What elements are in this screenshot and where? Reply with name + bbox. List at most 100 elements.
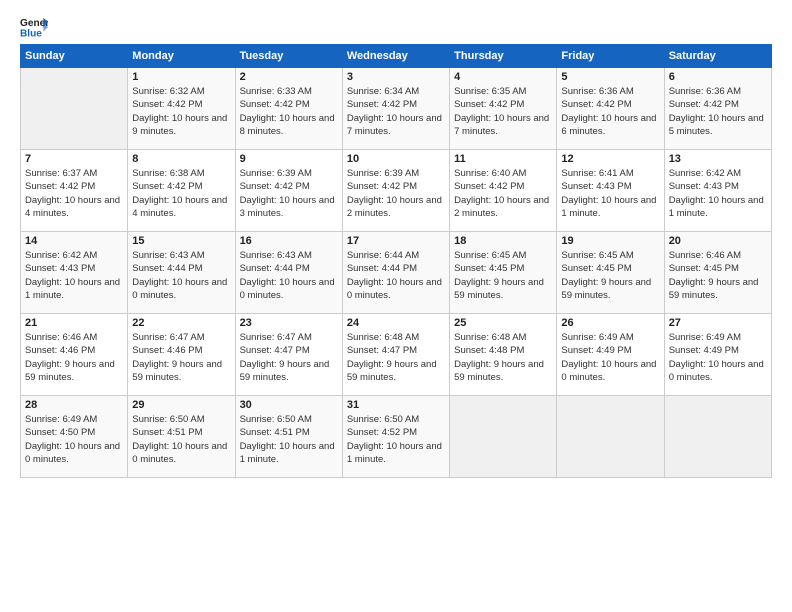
day-detail: Sunrise: 6:37 AMSunset: 4:42 PMDaylight:…: [25, 167, 123, 220]
weekday-header-wednesday: Wednesday: [342, 45, 449, 68]
weekday-header-saturday: Saturday: [664, 45, 771, 68]
day-number: 5: [561, 71, 659, 83]
day-detail: Sunrise: 6:48 AMSunset: 4:48 PMDaylight:…: [454, 331, 552, 384]
day-detail: Sunrise: 6:42 AMSunset: 4:43 PMDaylight:…: [669, 167, 767, 220]
table-row: 6 Sunrise: 6:36 AMSunset: 4:42 PMDaylight…: [664, 68, 771, 150]
day-detail: Sunrise: 6:34 AMSunset: 4:42 PMDaylight:…: [347, 85, 445, 138]
day-detail: Sunrise: 6:38 AMSunset: 4:42 PMDaylight:…: [132, 167, 230, 220]
day-number: 27: [669, 317, 767, 329]
table-row: [21, 68, 128, 150]
logo-icon: General Blue: [20, 16, 48, 38]
table-row: 22 Sunrise: 6:47 AMSunset: 4:46 PMDayligh…: [128, 314, 235, 396]
table-row: 25 Sunrise: 6:48 AMSunset: 4:48 PMDayligh…: [450, 314, 557, 396]
day-number: 6: [669, 71, 767, 83]
day-detail: Sunrise: 6:35 AMSunset: 4:42 PMDaylight:…: [454, 85, 552, 138]
day-number: 26: [561, 317, 659, 329]
table-row: 31 Sunrise: 6:50 AMSunset: 4:52 PMDayligh…: [342, 396, 449, 478]
day-detail: Sunrise: 6:46 AMSunset: 4:45 PMDaylight:…: [669, 249, 767, 302]
day-detail: Sunrise: 6:50 AMSunset: 4:52 PMDaylight:…: [347, 413, 445, 466]
day-detail: Sunrise: 6:45 AMSunset: 4:45 PMDaylight:…: [454, 249, 552, 302]
day-detail: Sunrise: 6:33 AMSunset: 4:42 PMDaylight:…: [240, 85, 338, 138]
day-detail: Sunrise: 6:50 AMSunset: 4:51 PMDaylight:…: [240, 413, 338, 466]
logo: General Blue: [20, 16, 48, 38]
table-row: 28 Sunrise: 6:49 AMSunset: 4:50 PMDayligh…: [21, 396, 128, 478]
day-detail: Sunrise: 6:50 AMSunset: 4:51 PMDaylight:…: [132, 413, 230, 466]
day-number: 21: [25, 317, 123, 329]
table-row: 5 Sunrise: 6:36 AMSunset: 4:42 PMDaylight…: [557, 68, 664, 150]
day-detail: Sunrise: 6:44 AMSunset: 4:44 PMDaylight:…: [347, 249, 445, 302]
table-row: [557, 396, 664, 478]
weekday-header-sunday: Sunday: [21, 45, 128, 68]
day-number: 23: [240, 317, 338, 329]
weekday-header-thursday: Thursday: [450, 45, 557, 68]
table-row: [664, 396, 771, 478]
day-detail: Sunrise: 6:45 AMSunset: 4:45 PMDaylight:…: [561, 249, 659, 302]
day-number: 2: [240, 71, 338, 83]
table-row: 19 Sunrise: 6:45 AMSunset: 4:45 PMDayligh…: [557, 232, 664, 314]
day-number: 19: [561, 235, 659, 247]
table-row: 7 Sunrise: 6:37 AMSunset: 4:42 PMDaylight…: [21, 150, 128, 232]
day-detail: Sunrise: 6:43 AMSunset: 4:44 PMDaylight:…: [132, 249, 230, 302]
table-row: [450, 396, 557, 478]
weekday-header-monday: Monday: [128, 45, 235, 68]
day-detail: Sunrise: 6:49 AMSunset: 4:50 PMDaylight:…: [25, 413, 123, 466]
day-detail: Sunrise: 6:47 AMSunset: 4:46 PMDaylight:…: [132, 331, 230, 384]
day-number: 13: [669, 153, 767, 165]
table-row: 15 Sunrise: 6:43 AMSunset: 4:44 PMDayligh…: [128, 232, 235, 314]
day-number: 10: [347, 153, 445, 165]
table-row: 23 Sunrise: 6:47 AMSunset: 4:47 PMDayligh…: [235, 314, 342, 396]
table-row: 10 Sunrise: 6:39 AMSunset: 4:42 PMDayligh…: [342, 150, 449, 232]
table-row: 21 Sunrise: 6:46 AMSunset: 4:46 PMDayligh…: [21, 314, 128, 396]
day-number: 11: [454, 153, 552, 165]
day-number: 16: [240, 235, 338, 247]
day-detail: Sunrise: 6:48 AMSunset: 4:47 PMDaylight:…: [347, 331, 445, 384]
table-row: 16 Sunrise: 6:43 AMSunset: 4:44 PMDayligh…: [235, 232, 342, 314]
weekday-header-friday: Friday: [557, 45, 664, 68]
day-number: 1: [132, 71, 230, 83]
table-row: 11 Sunrise: 6:40 AMSunset: 4:42 PMDayligh…: [450, 150, 557, 232]
table-row: 24 Sunrise: 6:48 AMSunset: 4:47 PMDayligh…: [342, 314, 449, 396]
day-detail: Sunrise: 6:41 AMSunset: 4:43 PMDaylight:…: [561, 167, 659, 220]
table-row: 2 Sunrise: 6:33 AMSunset: 4:42 PMDaylight…: [235, 68, 342, 150]
day-number: 30: [240, 399, 338, 411]
day-number: 25: [454, 317, 552, 329]
table-row: 17 Sunrise: 6:44 AMSunset: 4:44 PMDayligh…: [342, 232, 449, 314]
day-number: 31: [347, 399, 445, 411]
table-row: 8Sunrise: 6:38 AMSunset: 4:42 PMDaylight…: [128, 150, 235, 232]
day-number: 7: [25, 153, 123, 165]
day-number: 29: [132, 399, 230, 411]
day-number: 9: [240, 153, 338, 165]
day-number: 17: [347, 235, 445, 247]
day-number: 4: [454, 71, 552, 83]
table-row: 18Sunrise: 6:45 AMSunset: 4:45 PMDayligh…: [450, 232, 557, 314]
table-row: 4 Sunrise: 6:35 AMSunset: 4:42 PMDaylight…: [450, 68, 557, 150]
day-number: 28: [25, 399, 123, 411]
day-detail: Sunrise: 6:42 AMSunset: 4:43 PMDaylight:…: [25, 249, 123, 302]
day-detail: Sunrise: 6:39 AMSunset: 4:42 PMDaylight:…: [240, 167, 338, 220]
day-number: 20: [669, 235, 767, 247]
day-number: 14: [25, 235, 123, 247]
day-detail: Sunrise: 6:47 AMSunset: 4:47 PMDaylight:…: [240, 331, 338, 384]
day-number: 22: [132, 317, 230, 329]
day-detail: Sunrise: 6:32 AMSunset: 4:42 PMDaylight:…: [132, 85, 230, 138]
table-row: 29 Sunrise: 6:50 AMSunset: 4:51 PMDayligh…: [128, 396, 235, 478]
day-detail: Sunrise: 6:39 AMSunset: 4:42 PMDaylight:…: [347, 167, 445, 220]
day-detail: Sunrise: 6:40 AMSunset: 4:42 PMDaylight:…: [454, 167, 552, 220]
day-number: 24: [347, 317, 445, 329]
calendar-table: SundayMondayTuesdayWednesdayThursdayFrid…: [20, 44, 772, 478]
day-detail: Sunrise: 6:36 AMSunset: 4:42 PMDaylight:…: [561, 85, 659, 138]
day-number: 3: [347, 71, 445, 83]
day-detail: Sunrise: 6:43 AMSunset: 4:44 PMDaylight:…: [240, 249, 338, 302]
day-number: 12: [561, 153, 659, 165]
table-row: 14 Sunrise: 6:42 AMSunset: 4:43 PMDayligh…: [21, 232, 128, 314]
table-row: 3 Sunrise: 6:34 AMSunset: 4:42 PMDaylight…: [342, 68, 449, 150]
weekday-header-tuesday: Tuesday: [235, 45, 342, 68]
day-detail: Sunrise: 6:49 AMSunset: 4:49 PMDaylight:…: [561, 331, 659, 384]
day-detail: Sunrise: 6:46 AMSunset: 4:46 PMDaylight:…: [25, 331, 123, 384]
table-row: 30 Sunrise: 6:50 AMSunset: 4:51 PMDayligh…: [235, 396, 342, 478]
day-detail: Sunrise: 6:49 AMSunset: 4:49 PMDaylight:…: [669, 331, 767, 384]
table-row: 1 Sunrise: 6:32 AMSunset: 4:42 PMDaylight…: [128, 68, 235, 150]
day-number: 15: [132, 235, 230, 247]
table-row: 20 Sunrise: 6:46 AMSunset: 4:45 PMDayligh…: [664, 232, 771, 314]
day-detail: Sunrise: 6:36 AMSunset: 4:42 PMDaylight:…: [669, 85, 767, 138]
